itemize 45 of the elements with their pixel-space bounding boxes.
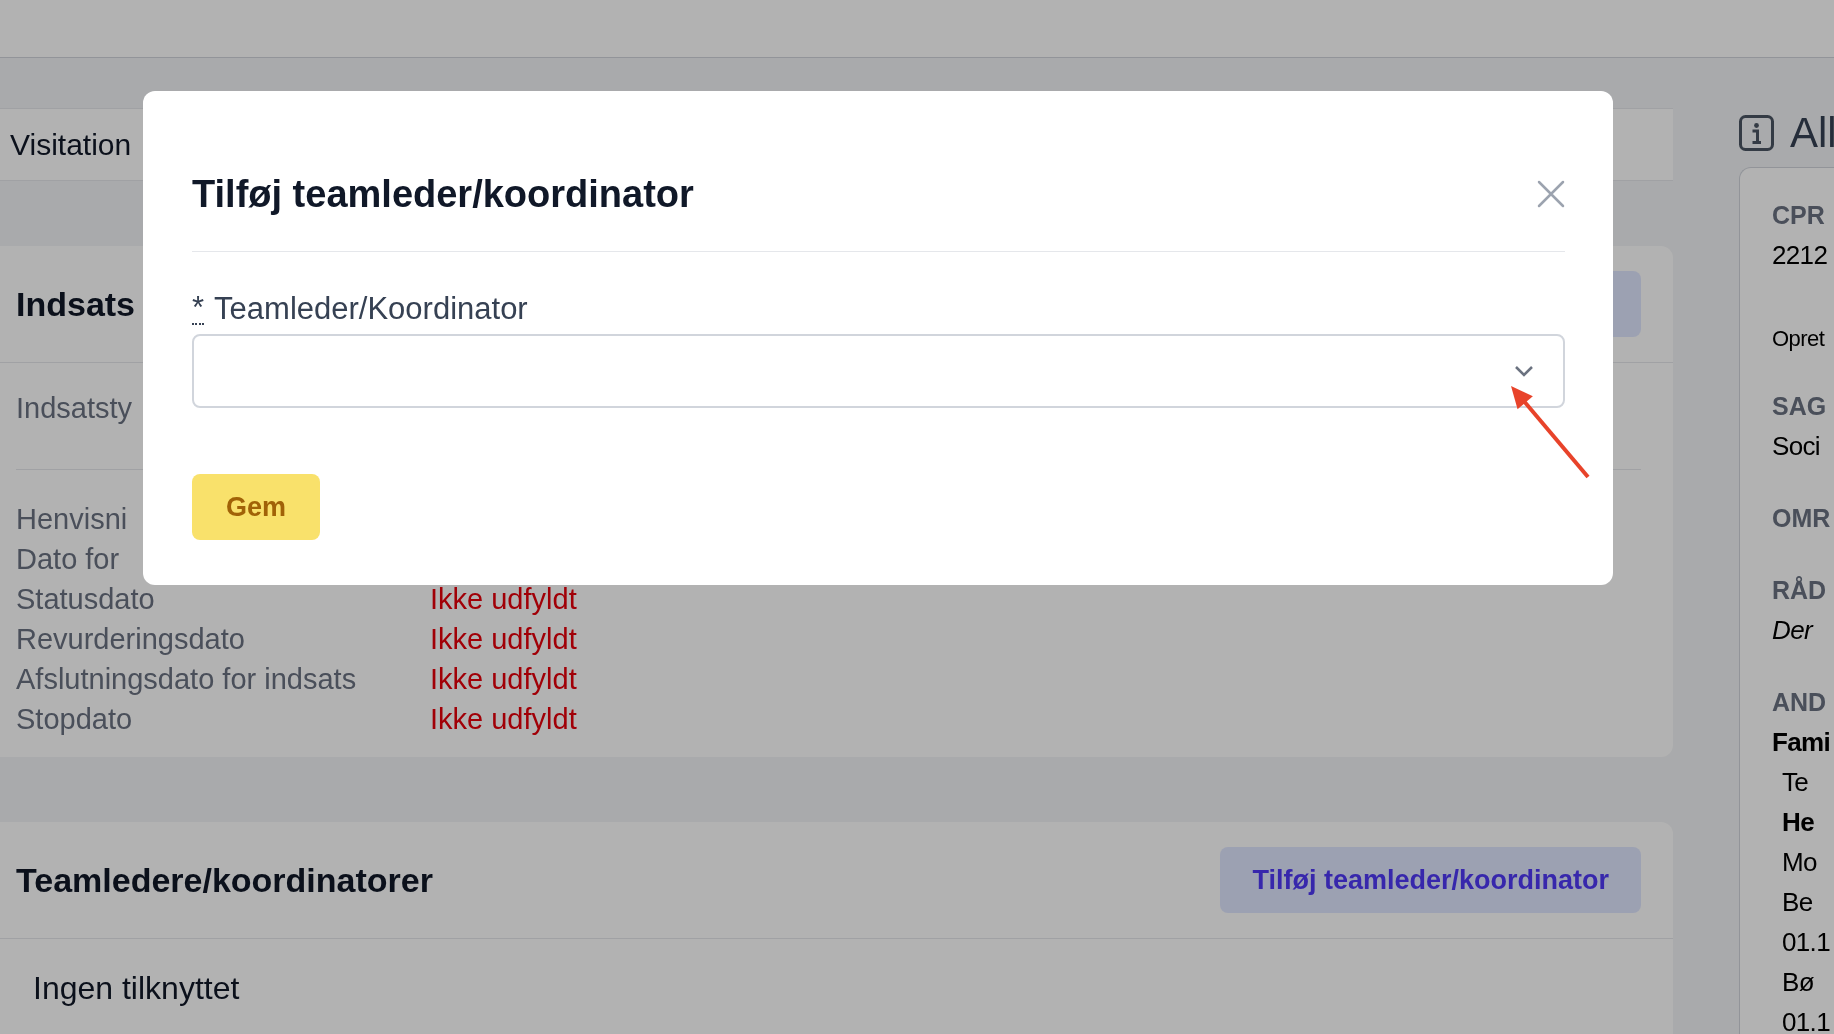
detail-text: 2212 <box>1772 239 1828 272</box>
field-value: Ikke udfyldt <box>430 662 577 697</box>
detail-heading: He <box>1782 806 1814 839</box>
detail-text: 01.1 <box>1782 1006 1830 1034</box>
field-value: Ikke udfyldt <box>430 622 577 657</box>
field-label: Dato for <box>16 542 120 577</box>
card-title: Indsats <box>16 284 136 325</box>
field-label: Statusdato <box>16 582 155 617</box>
section-label: RÅD <box>1772 575 1827 606</box>
detail-text: Be <box>1782 886 1813 919</box>
field-value: Ikke udfyldt <box>430 702 577 737</box>
detail-text: 01.1 <box>1782 926 1830 959</box>
save-button[interactable]: Gem <box>192 474 320 540</box>
dialog-title: Tilføj teamleder/koordinator <box>192 172 694 217</box>
add-button[interactable]: Tilføj teamleder/koordinator <box>1220 847 1641 913</box>
select-field[interactable] <box>192 334 1565 408</box>
meta-text: Opret <box>1772 325 1825 353</box>
section-label: OMR <box>1772 503 1831 534</box>
field-label: Afslutningsdato for indsats <box>16 662 357 697</box>
detail-text: Soci <box>1772 430 1820 463</box>
field-label: Stopdato <box>16 702 133 737</box>
empty-message: Ingen tilknyttet <box>33 969 240 1008</box>
field-value: Ikke udfyldt <box>430 582 577 617</box>
required-mark: * <box>192 293 205 325</box>
detail-note: Der <box>1772 614 1812 647</box>
section-label: SAG <box>1772 391 1827 422</box>
tab[interactable]: Visitation <box>10 109 132 180</box>
detail-text: Bø <box>1782 966 1814 999</box>
detail-text: Mo <box>1782 846 1817 879</box>
field-label: Revurderingsdato <box>16 622 245 657</box>
chevron-down-icon <box>1514 365 1534 377</box>
close-button[interactable] <box>1537 180 1565 208</box>
action-button[interactable] <box>1613 271 1641 337</box>
info-icon <box>1739 115 1774 151</box>
field-label: Indsatsty <box>16 391 133 426</box>
panel-title: All <box>1790 109 1834 157</box>
detail-heading: Fami <box>1772 726 1831 759</box>
field-label: Teamleder/Koordinator <box>214 289 528 328</box>
field-label: Henvisni <box>16 502 128 537</box>
section-label: CPR <box>1772 200 1825 231</box>
close-icon <box>1537 180 1565 208</box>
detail-text: Te <box>1782 766 1809 799</box>
arrow-icon <box>1509 384 1591 480</box>
card-title: Teamledere/koordinatorer <box>16 860 433 901</box>
section-label: AND <box>1772 687 1827 718</box>
